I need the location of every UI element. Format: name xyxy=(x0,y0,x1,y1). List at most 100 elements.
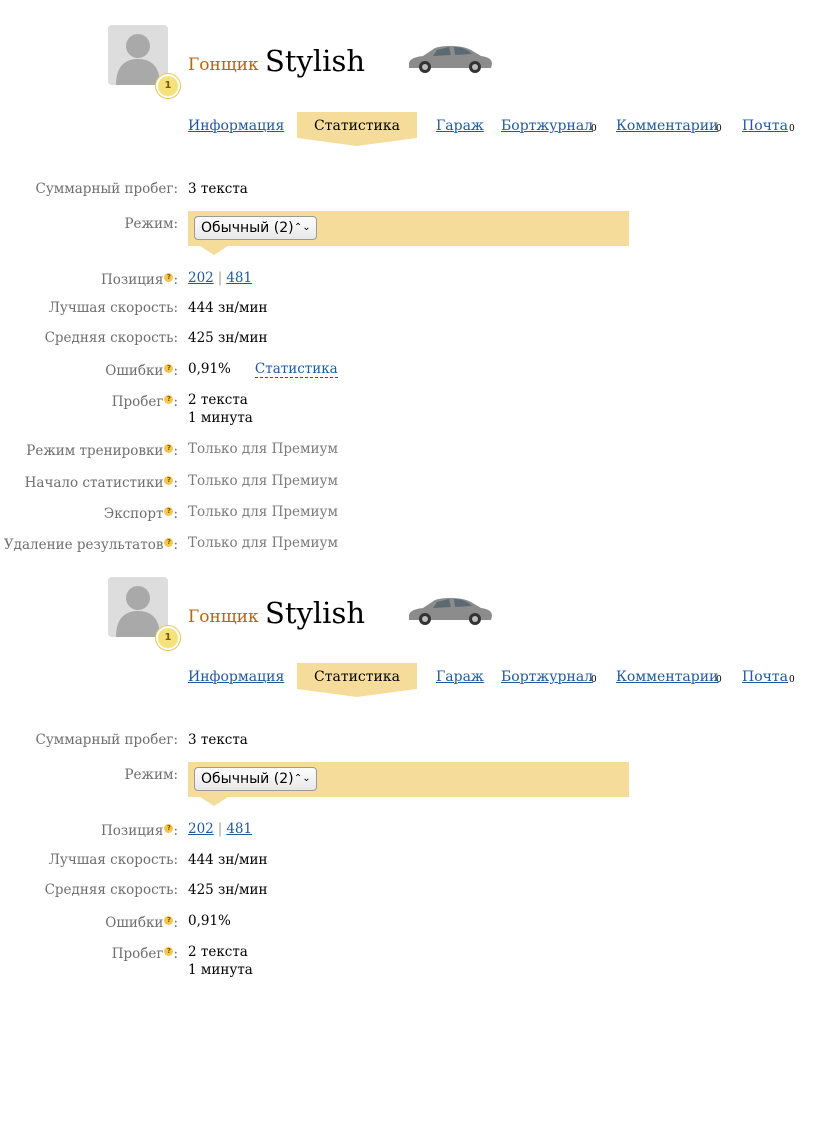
colon: : xyxy=(173,443,178,459)
mode-select-value: Обычный (2) xyxy=(201,771,294,787)
training-value: Только для Премиум xyxy=(188,441,338,457)
colon: : xyxy=(173,915,178,931)
delete-results-label-text: Удаление результатов xyxy=(3,537,164,553)
mileage-time: 1 минута xyxy=(188,410,253,426)
mode-select-value: Обычный (2) xyxy=(201,220,294,236)
position-value: 202 | 481 xyxy=(188,821,252,837)
tab-journal[interactable]: Бортжурнал xyxy=(501,669,593,685)
nickname: Stylish xyxy=(265,44,366,78)
tab-info[interactable]: Информация xyxy=(188,118,284,134)
position-separator: | xyxy=(217,821,223,837)
tab-comments-label: Комментарии xyxy=(616,118,719,134)
errors-label-text: Ошибки xyxy=(105,915,164,931)
best-speed-label: Лучшая скорость: xyxy=(48,300,178,316)
delete-results-label: Удаление результатов?: xyxy=(4,537,178,553)
total-mileage-value: 3 текста xyxy=(188,181,248,197)
car-icon xyxy=(405,42,495,80)
tab-info[interactable]: Информация xyxy=(188,669,284,685)
errors-percent: 0,91% xyxy=(188,361,231,377)
export-value: Только для Премиум xyxy=(188,504,338,520)
position-label-text: Позиция xyxy=(100,272,164,288)
errors-label: Ошибки?: xyxy=(105,363,178,379)
position-link-a[interactable]: 202 xyxy=(188,270,214,286)
avatar[interactable] xyxy=(108,25,168,85)
colon: : xyxy=(173,394,178,410)
rank-title: Гонщик xyxy=(188,55,259,75)
rank-title: Гонщик xyxy=(188,607,259,627)
tab-stats[interactable]: Статистика xyxy=(297,112,417,138)
tab-stats[interactable]: Статистика xyxy=(297,663,417,689)
colon: : xyxy=(173,823,178,839)
mail-count: 0 xyxy=(789,675,795,685)
profile-tabs: Информация Статистика Гараж Бортжурнал 0… xyxy=(0,663,814,703)
total-mileage-label: Суммарный пробег: xyxy=(35,732,178,748)
tab-mail[interactable]: Почта xyxy=(742,118,788,134)
car-icon xyxy=(405,594,495,632)
journal-count: 0 xyxy=(591,675,597,685)
position-label-text: Позиция xyxy=(100,823,164,839)
tab-comments[interactable]: Комментарии xyxy=(616,118,718,134)
tab-mail-label: Почта xyxy=(742,118,788,134)
colon: : xyxy=(173,363,178,379)
stats-start-label-text: Начало статистики xyxy=(24,475,164,491)
tab-stats-pointer xyxy=(297,689,417,697)
total-mileage-value: 3 текста xyxy=(188,732,248,748)
colon: : xyxy=(173,475,178,491)
chevron-updown-icon: ⌃⌄ xyxy=(293,773,311,784)
avg-speed-label: Средняя скорость: xyxy=(44,882,178,898)
export-label: Экспорт?: xyxy=(104,506,178,522)
stats-start-value: Только для Премиум xyxy=(188,473,338,489)
position-separator: | xyxy=(217,270,223,286)
position-label: Позиция?: xyxy=(101,272,178,288)
errors-stats-link[interactable]: Статистика xyxy=(254,361,338,378)
avatar[interactable] xyxy=(108,577,168,637)
tab-journal-label: Бортжурнал xyxy=(501,118,594,134)
avg-speed-value: 425 зн/мин xyxy=(188,882,268,898)
total-mileage-label: Суммарный пробег: xyxy=(35,181,178,197)
mileage-label-text: Пробег xyxy=(111,394,164,410)
position-link-b[interactable]: 481 xyxy=(226,270,252,286)
export-label-text: Экспорт xyxy=(103,506,164,522)
level-badge: 1 xyxy=(156,74,180,98)
best-speed-value: 444 зн/мин xyxy=(188,852,268,868)
colon: : xyxy=(173,506,178,522)
mode-bar-pointer xyxy=(200,797,228,806)
mail-count: 0 xyxy=(789,124,795,134)
mode-label: Режим: xyxy=(124,216,178,232)
tab-garage[interactable]: Гараж xyxy=(436,669,484,685)
mileage-texts: 2 текста xyxy=(188,944,248,960)
position-label: Позиция?: xyxy=(101,823,178,839)
training-label: Режим тренировки?: xyxy=(26,443,178,459)
stats-start-label: Начало статистики?: xyxy=(25,475,178,491)
chevron-updown-icon: ⌃⌄ xyxy=(293,222,311,233)
avg-speed-value: 425 зн/мин xyxy=(188,330,268,346)
tab-comments-label: Комментарии xyxy=(616,669,719,685)
comments-count: 0 xyxy=(716,675,722,685)
position-link-b[interactable]: 481 xyxy=(226,821,252,837)
errors-value: 0,91% Статистика xyxy=(188,361,338,378)
level-badge: 1 xyxy=(156,626,180,650)
mode-select[interactable]: Обычный (2) ⌃⌄ xyxy=(194,216,317,240)
training-label-text: Режим тренировки xyxy=(26,443,164,459)
best-speed-value: 444 зн/мин xyxy=(188,300,268,316)
journal-count: 0 xyxy=(591,124,597,134)
position-link-a[interactable]: 202 xyxy=(188,821,214,837)
mode-select[interactable]: Обычный (2) ⌃⌄ xyxy=(194,767,317,791)
mode-bar-pointer xyxy=(200,246,228,255)
tab-garage[interactable]: Гараж xyxy=(436,118,484,134)
mileage-time: 1 минута xyxy=(188,962,253,978)
mileage-texts: 2 текста xyxy=(188,392,248,408)
mileage-label-text: Пробег xyxy=(111,946,164,962)
tab-stats-pointer xyxy=(297,138,417,146)
colon: : xyxy=(173,272,178,288)
errors-value: 0,91% xyxy=(188,913,231,929)
tab-comments[interactable]: Комментарии xyxy=(616,669,718,685)
profile-tabs: Информация Статистика Гараж Бортжурнал 0… xyxy=(0,112,814,152)
nickname: Stylish xyxy=(265,596,366,630)
delete-results-value: Только для Премиум xyxy=(188,535,338,551)
errors-label: Ошибки?: xyxy=(105,915,178,931)
tab-journal-label: Бортжурнал xyxy=(501,669,594,685)
mileage-label: Пробег?: xyxy=(112,394,178,410)
tab-mail[interactable]: Почта xyxy=(742,669,788,685)
tab-journal[interactable]: Бортжурнал xyxy=(501,118,593,134)
